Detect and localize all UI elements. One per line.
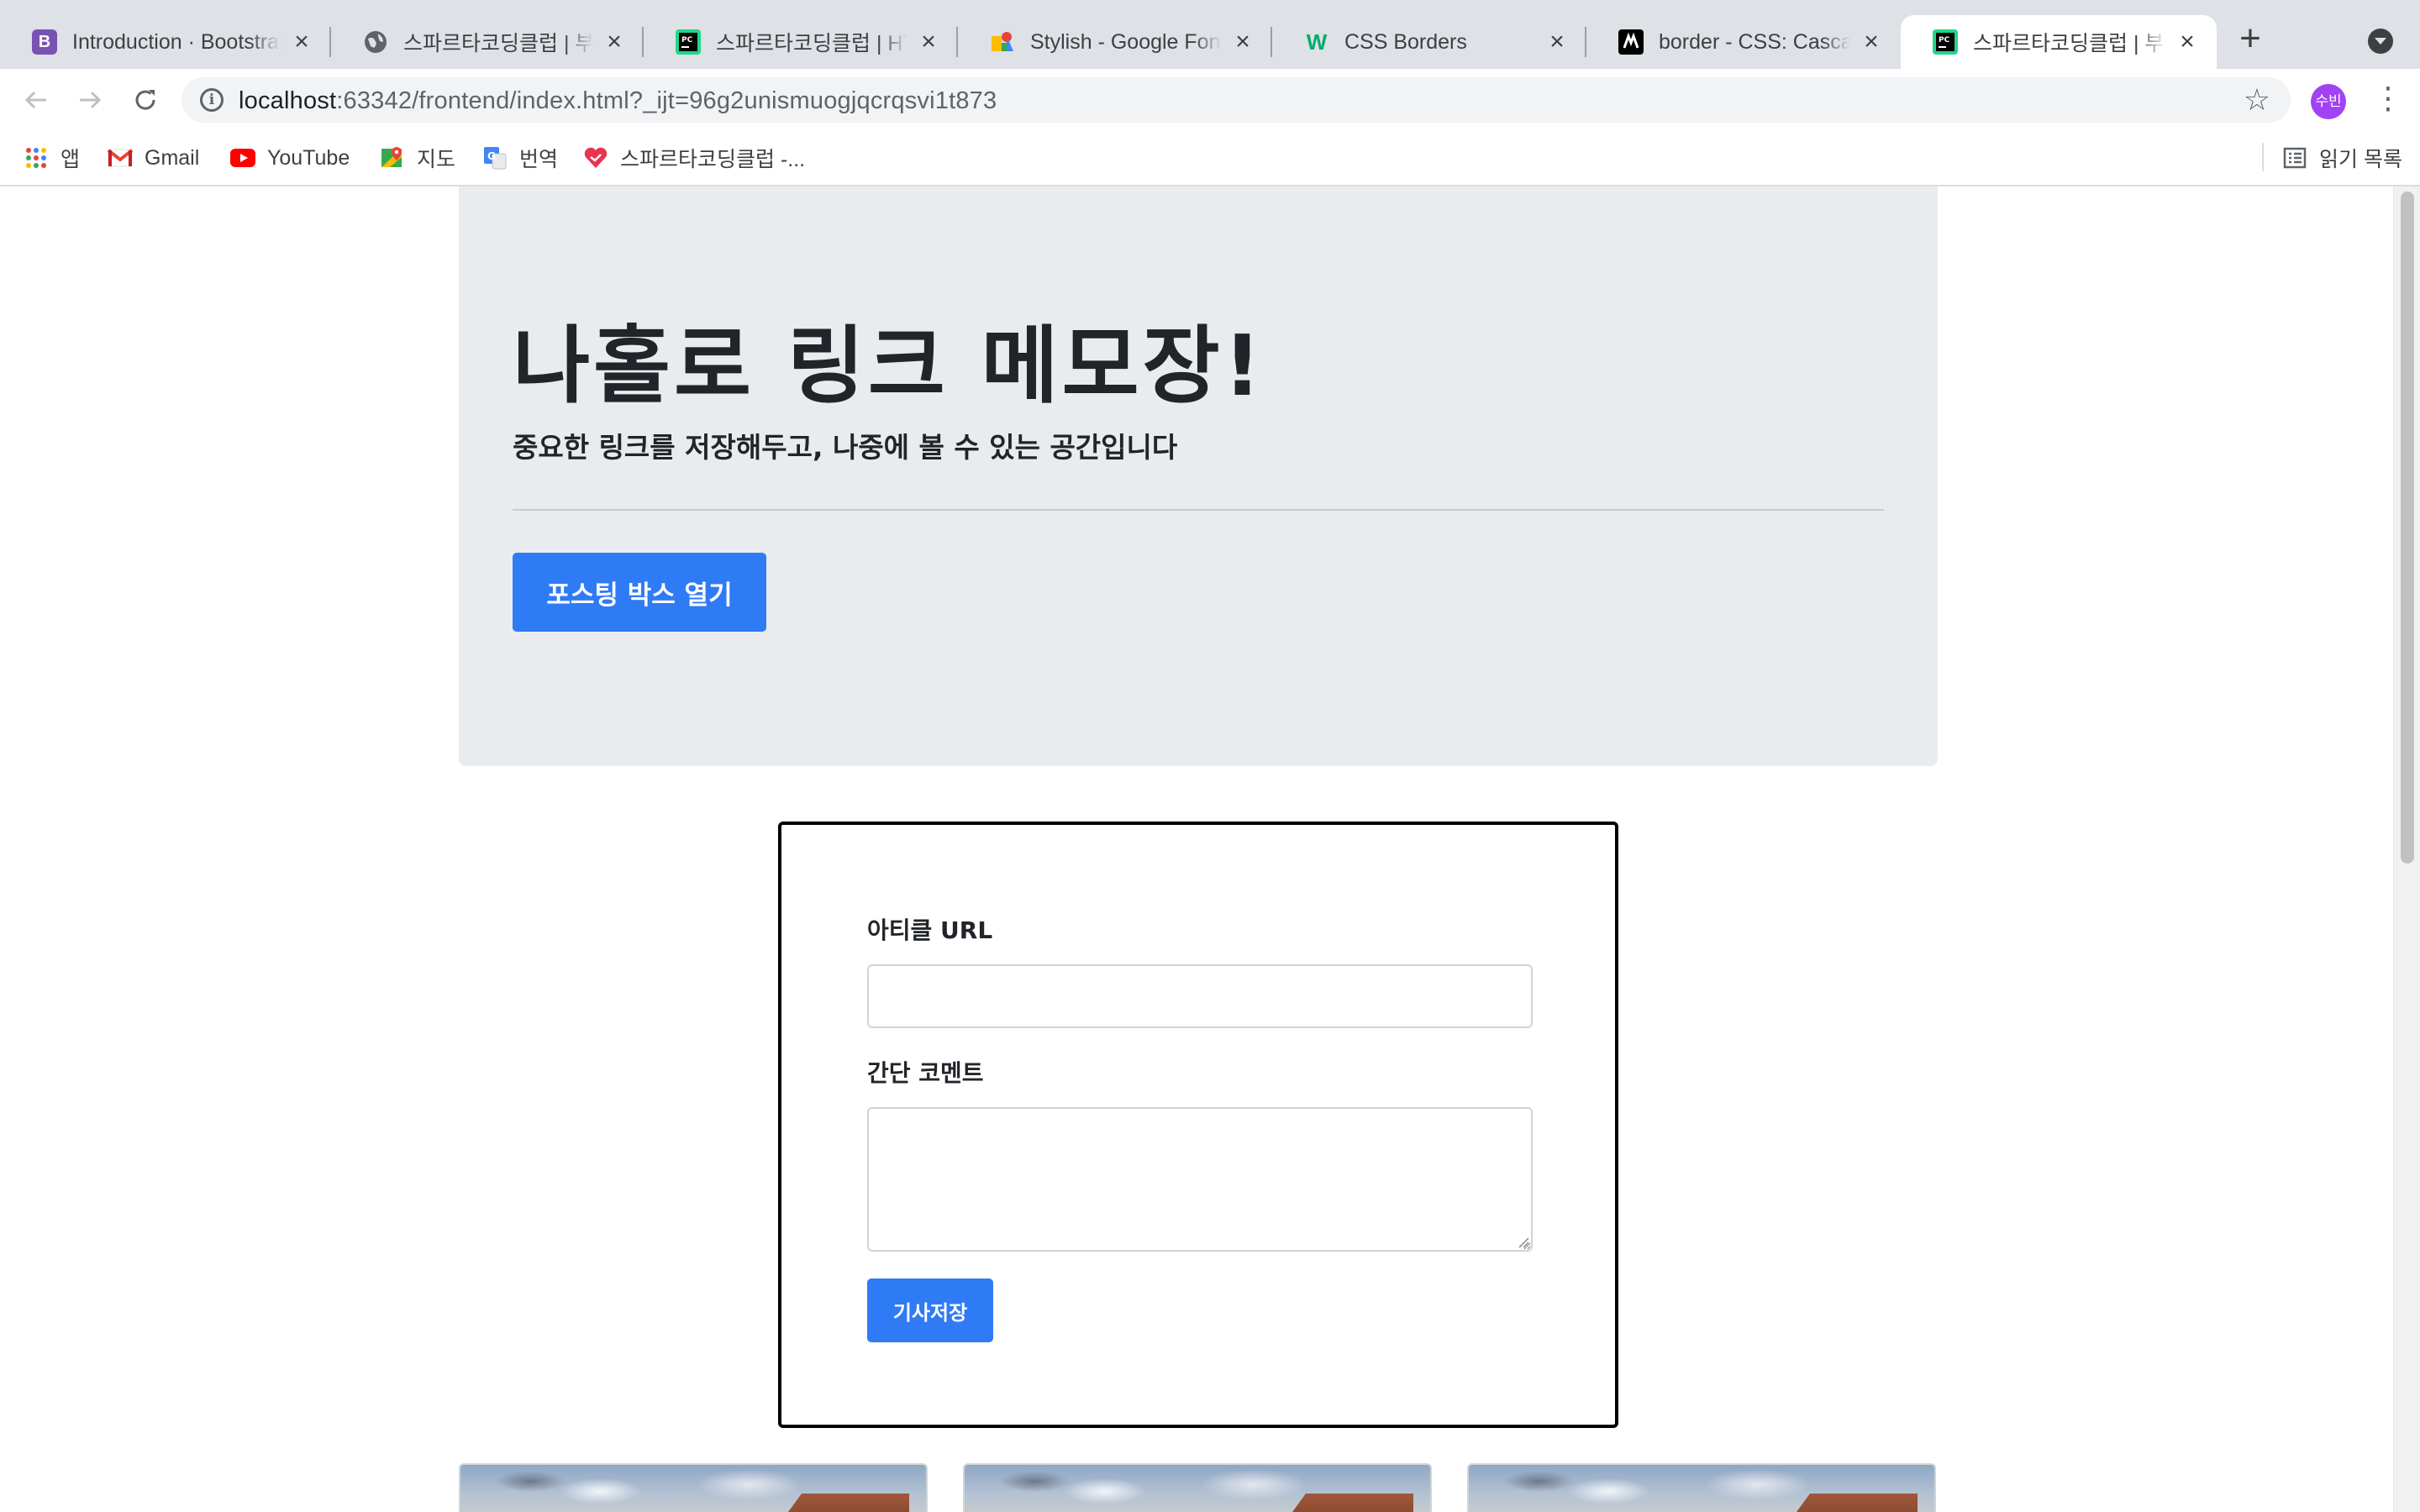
- site-info-icon[interactable]: i: [200, 88, 224, 112]
- page-lead: 중요한 링크를 저장해두고, 나중에 볼 수 있는 공간입니다: [513, 431, 1178, 464]
- tab-sparta-html[interactable]: PC 스파르타코딩클럽 | HTML ×: [644, 15, 958, 69]
- mdn-icon: [1618, 29, 1644, 55]
- bookmark-maps[interactable]: 지도: [380, 141, 455, 175]
- pycharm-icon: PC: [676, 29, 701, 55]
- posting-box: 아티클 URL 간단 코멘트 기사저장: [778, 822, 1618, 1428]
- tab-sparta-bootstrap-active[interactable]: PC 스파르타코딩클럽 | 부트스트랩 ×: [1901, 15, 2217, 69]
- address-bar[interactable]: i localhost:63342/frontend/index.html?_i…: [182, 77, 2291, 123]
- tab-title: Stylish - Google Fonts: [1030, 29, 1222, 54]
- tab-title: 스파르타코딩클럽 | 부트스트랩: [403, 32, 593, 55]
- tab-title: border - CSS: Cascading: [1659, 29, 1850, 54]
- bookmark-label: 앱: [60, 148, 81, 171]
- close-tab-icon[interactable]: ×: [1230, 28, 1255, 55]
- bookmark-label: 지도: [417, 148, 456, 171]
- card-image[interactable]: [459, 1463, 928, 1512]
- tab-title: CSS Borders: [1344, 29, 1467, 54]
- tab-title: 스파르타코딩클럽 | 부트스트랩: [1973, 32, 2166, 55]
- w3schools-icon: W: [1306, 29, 1328, 55]
- tab-title: 스파르타코딩클럽 | HTML: [716, 32, 908, 55]
- apps-grid-icon: [24, 145, 49, 171]
- url-path: :63342/frontend/index.html?_ijt=96g2unis…: [336, 87, 997, 114]
- close-tab-icon[interactable]: ×: [602, 28, 627, 55]
- bookmark-label: 번역: [519, 148, 559, 171]
- tab-bootstrap-introduction[interactable]: B Introduction · Bootstrap ×: [0, 15, 331, 69]
- globe-icon: [363, 29, 388, 55]
- sparta-heart-icon: [583, 145, 608, 171]
- card-deck: [459, 1463, 1938, 1512]
- page-viewport: 나홀로 링크 메모장! 중요한 링크를 저장해두고, 나중에 볼 수 있는 공간…: [0, 186, 2393, 1512]
- resize-grip-icon[interactable]: [1518, 1236, 1529, 1248]
- maps-icon: [380, 145, 405, 171]
- bookmark-gmail[interactable]: Gmail: [108, 141, 199, 175]
- profile-avatar[interactable]: 수빈: [2311, 84, 2346, 119]
- tab-search-chevron-icon[interactable]: [2368, 29, 2393, 54]
- chrome-menu-icon[interactable]: ⋮: [2373, 83, 2403, 118]
- tab-strip: B Introduction · Bootstrap × 스파르타코딩클럽 | …: [0, 0, 2420, 69]
- bootstrap-icon: B: [32, 29, 57, 55]
- comment-textarea[interactable]: [867, 1107, 1533, 1252]
- google-fonts-icon: [990, 29, 1015, 55]
- youtube-icon: [230, 145, 255, 171]
- svg-text:PC: PC: [1939, 36, 1950, 45]
- close-tab-icon[interactable]: ×: [916, 28, 941, 55]
- tab-title: Introduction · Bootstrap: [72, 29, 281, 54]
- tab-css-borders[interactable]: W CSS Borders ×: [1272, 15, 1586, 69]
- tab-mdn-border[interactable]: border - CSS: Cascading ×: [1586, 15, 1901, 69]
- scrollbar-thumb[interactable]: [2401, 192, 2414, 864]
- bookmarks-bar: 앱 Gmail YouTube 지도 G 번역 스파르타코딩클럽 -... 읽기…: [0, 131, 2420, 186]
- page-title: 나홀로 링크 메모장!: [513, 317, 1265, 415]
- bookmark-sparta[interactable]: 스파르타코딩클럽 -...: [583, 141, 805, 175]
- url-label: 아티클 URL: [867, 916, 993, 944]
- jumbotron: 나홀로 링크 메모장! 중요한 링크를 저장해두고, 나중에 볼 수 있는 공간…: [459, 186, 1938, 766]
- reading-list[interactable]: 읽기 목록: [2282, 141, 2402, 175]
- forward-arrow-icon[interactable]: [69, 79, 111, 121]
- address-url[interactable]: localhost:63342/frontend/index.html?_ijt…: [239, 87, 997, 115]
- new-tab-plus-icon[interactable]: +: [2232, 20, 2269, 59]
- close-tab-icon[interactable]: ×: [289, 28, 314, 55]
- bookmark-label: Gmail: [145, 145, 200, 170]
- reading-list-label: 읽기 목록: [2319, 148, 2402, 171]
- bookmark-label: 스파르타코딩클럽 -...: [620, 148, 806, 171]
- url-host: localhost: [239, 87, 337, 114]
- save-article-button[interactable]: 기사저장: [867, 1278, 993, 1342]
- bookmark-apps[interactable]: 앱: [24, 141, 80, 175]
- bookmark-star-icon[interactable]: ☆: [2244, 82, 2270, 118]
- back-arrow-icon[interactable]: [15, 79, 57, 121]
- bookmark-label: YouTube: [267, 145, 350, 170]
- reading-list-icon: [2282, 145, 2307, 171]
- close-tab-icon[interactable]: ×: [1859, 28, 1884, 55]
- bookmark-youtube[interactable]: YouTube: [230, 141, 350, 175]
- bookmark-translate[interactable]: G 번역: [482, 141, 558, 175]
- tab-sparta-bootstrap[interactable]: 스파르타코딩클럽 | 부트스트랩 ×: [331, 15, 644, 69]
- translate-icon: G: [482, 145, 508, 171]
- divider: [513, 509, 1884, 511]
- tab-google-fonts[interactable]: Stylish - Google Fonts ×: [958, 15, 1272, 69]
- open-posting-box-button[interactable]: 포스팅 박스 열기: [513, 553, 766, 632]
- svg-text:PC: PC: [681, 36, 693, 45]
- gmail-icon: [108, 145, 133, 171]
- comment-label: 간단 코멘트: [867, 1059, 984, 1087]
- close-tab-icon[interactable]: ×: [1544, 28, 1570, 55]
- reload-icon[interactable]: [124, 79, 166, 121]
- page-scrollbar[interactable]: [2393, 186, 2420, 1512]
- pycharm-icon: PC: [1933, 29, 1958, 55]
- close-tab-icon[interactable]: ×: [2175, 28, 2200, 55]
- card-image[interactable]: [1467, 1463, 1936, 1512]
- browser-toolbar: i localhost:63342/frontend/index.html?_i…: [0, 69, 2420, 131]
- article-url-input[interactable]: [867, 964, 1533, 1028]
- svg-text:G: G: [487, 150, 496, 162]
- card-image[interactable]: [963, 1463, 1432, 1512]
- bookmarks-divider: [2262, 143, 2264, 171]
